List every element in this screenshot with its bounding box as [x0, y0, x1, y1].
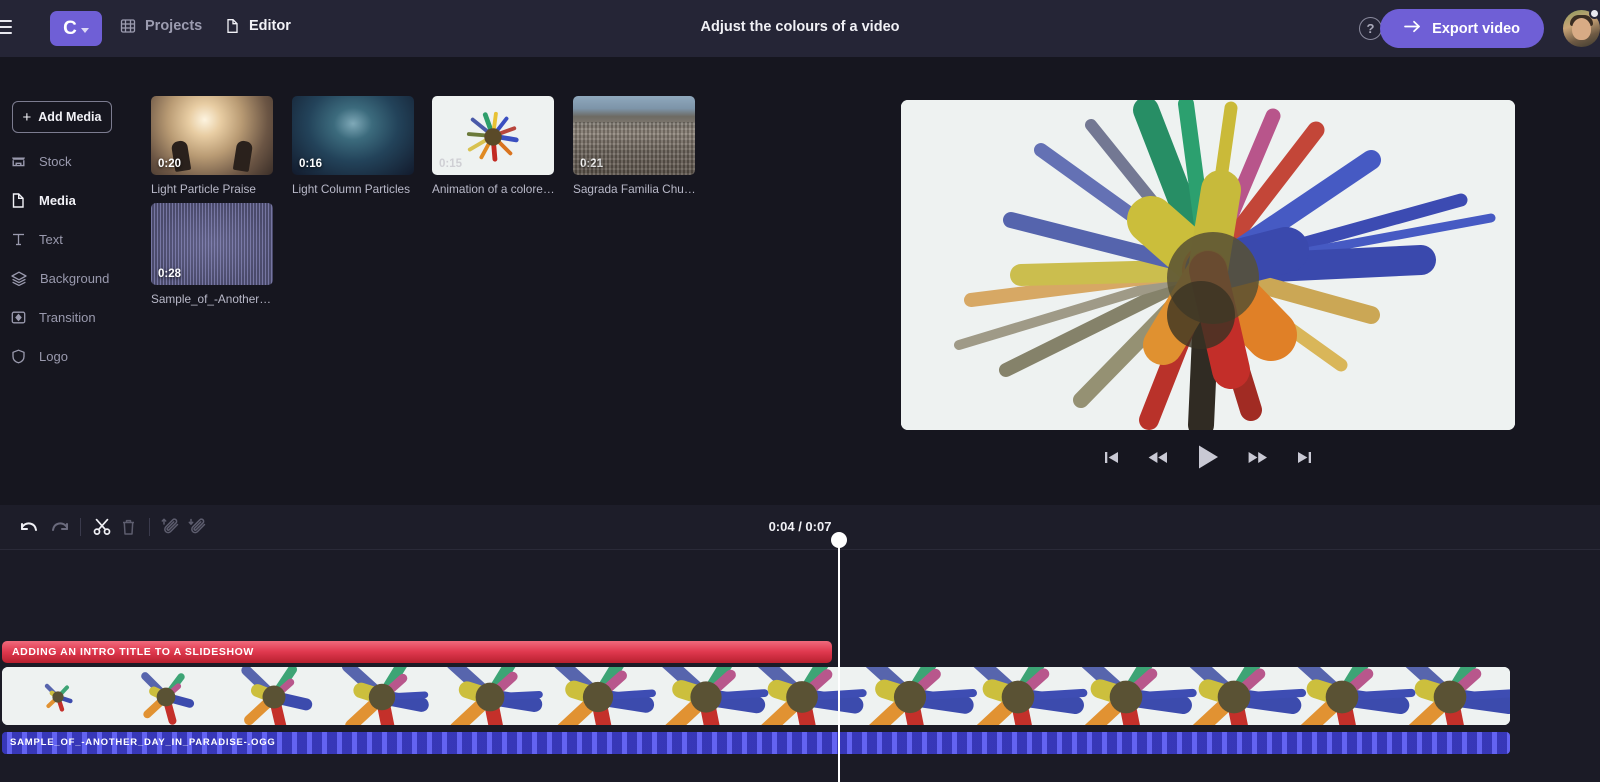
export-video-label: Export video: [1432, 21, 1520, 37]
sidebar-item-media[interactable]: Media: [10, 185, 140, 215]
stock-icon: [10, 153, 27, 170]
nav-editor[interactable]: Editor: [225, 18, 291, 34]
sidebar-item-transition[interactable]: Transition: [10, 302, 140, 332]
media-item[interactable]: 0:16 Light Column Particles: [292, 96, 414, 196]
add-media-button[interactable]: + Add Media: [12, 101, 112, 133]
help-icon[interactable]: ?: [1359, 17, 1382, 40]
sidebar-item-label: Logo: [39, 349, 68, 364]
toolbar-divider: [80, 518, 81, 536]
redo-arrow-icon[interactable]: [50, 519, 71, 536]
media-duration: 0:21: [580, 158, 603, 170]
top-bar: C Projects Editor Adjust the colours of …: [0, 0, 1600, 57]
sidebar-item-text[interactable]: Text: [10, 224, 140, 254]
document-icon: [225, 18, 240, 34]
playhead-handle[interactable]: [831, 532, 847, 548]
chevron-down-icon: [81, 28, 89, 33]
timeline-toolbar: + −: [0, 505, 1600, 549]
plus-icon: +: [23, 110, 32, 125]
media-item[interactable]: 0:28 Sample_of_-Another_D…: [151, 203, 273, 306]
film-grid-icon: [120, 18, 136, 34]
color-burst-art: [464, 107, 522, 165]
media-thumbnail[interactable]: 0:16: [292, 96, 414, 175]
media-thumbnail[interactable]: 0:20: [151, 96, 273, 175]
media-thumbnail[interactable]: 0:28: [151, 203, 273, 285]
fast-forward-icon[interactable]: [1248, 450, 1268, 465]
sidebar-item-label: Media: [39, 193, 76, 208]
brand-letter: C: [63, 19, 77, 38]
media-name: Light Column Particles: [292, 182, 416, 196]
media-name: Light Particle Praise: [151, 182, 275, 196]
text-t-icon: [10, 231, 27, 248]
left-sidebar: + Add Media Stock Media Text: [0, 57, 145, 497]
play-icon[interactable]: [1196, 444, 1220, 470]
media-item[interactable]: 0:20 Light Particle Praise: [151, 96, 273, 196]
sidebar-item-logo[interactable]: Logo: [10, 341, 140, 371]
sidebar-item-label: Transition: [39, 310, 96, 325]
timeline-audio-clip-label: SAMPLE_OF_-ANOTHER_DAY_IN_PARADISE-.OGG: [2, 732, 1510, 754]
sidebar-item-label: Background: [40, 271, 109, 286]
add-media-label: Add Media: [38, 110, 101, 124]
menu-hamburger-icon[interactable]: [0, 20, 12, 34]
video-preview[interactable]: [901, 100, 1515, 430]
sidebar-item-background[interactable]: Background: [10, 263, 140, 293]
media-document-icon: [10, 192, 27, 209]
transition-icon: [10, 309, 27, 326]
media-duration: 0:20: [158, 158, 181, 170]
rewind-icon[interactable]: [1148, 450, 1168, 465]
media-name: Animation of a colored …: [432, 182, 556, 196]
avatar-face: [1572, 18, 1591, 40]
layers-icon: [10, 270, 28, 287]
media-name: Sample_of_-Another_D…: [151, 292, 275, 306]
sidebar-item-stock[interactable]: Stock: [10, 146, 140, 176]
timeline-playhead[interactable]: [838, 540, 840, 782]
skip-to-end-icon[interactable]: [1296, 450, 1313, 465]
media-duration: 0:28: [158, 268, 181, 280]
media-duration: 0:15: [439, 158, 462, 170]
clip-down-icon[interactable]: [188, 518, 208, 536]
nav-editor-label: Editor: [249, 18, 291, 34]
media-thumbnail[interactable]: 0:21: [573, 96, 695, 175]
nav-projects-label: Projects: [145, 18, 202, 34]
timeline-video-clip[interactable]: [2, 667, 1510, 725]
timeline-body[interactable]: ADDING AN INTRO TITLE TO A SLIDESHOW: [0, 549, 1600, 782]
nav-projects[interactable]: Projects: [120, 18, 202, 34]
clip-up-icon[interactable]: [161, 518, 181, 536]
skip-to-start-icon[interactable]: [1103, 450, 1120, 465]
scissors-icon[interactable]: [93, 518, 111, 536]
timeline-audio-clip[interactable]: SAMPLE_OF_-ANOTHER_DAY_IN_PARADISE-.OGG: [2, 732, 1510, 754]
undo-arrow-icon[interactable]: [18, 519, 39, 536]
avatar-status-badge: [1589, 8, 1600, 19]
timeline-title-clip-label: ADDING AN INTRO TITLE TO A SLIDESHOW: [12, 646, 254, 658]
sidebar-item-label: Text: [39, 232, 63, 247]
brand-menu-button[interactable]: C: [50, 11, 102, 46]
media-thumbnail[interactable]: 0:15: [432, 96, 554, 175]
arrow-right-icon: [1404, 20, 1421, 37]
media-item[interactable]: 0:15 Animation of a colored …: [432, 96, 554, 196]
timeline-title-clip[interactable]: ADDING AN INTRO TITLE TO A SLIDESHOW: [2, 641, 832, 663]
help-label: ?: [1367, 21, 1375, 36]
media-duration: 0:16: [299, 158, 322, 170]
export-video-button[interactable]: Export video: [1380, 9, 1544, 48]
media-name: Sagrada Familia Church…: [573, 182, 697, 196]
media-item[interactable]: 0:21 Sagrada Familia Church…: [573, 96, 695, 196]
preview-color-burst-art: [901, 100, 1515, 430]
shield-icon: [10, 348, 27, 365]
player-controls: [901, 440, 1515, 474]
sidebar-item-label: Stock: [39, 154, 72, 169]
timeline-video-frames: [2, 667, 1510, 725]
toolbar-divider: [149, 518, 150, 536]
trash-icon[interactable]: [121, 518, 136, 536]
